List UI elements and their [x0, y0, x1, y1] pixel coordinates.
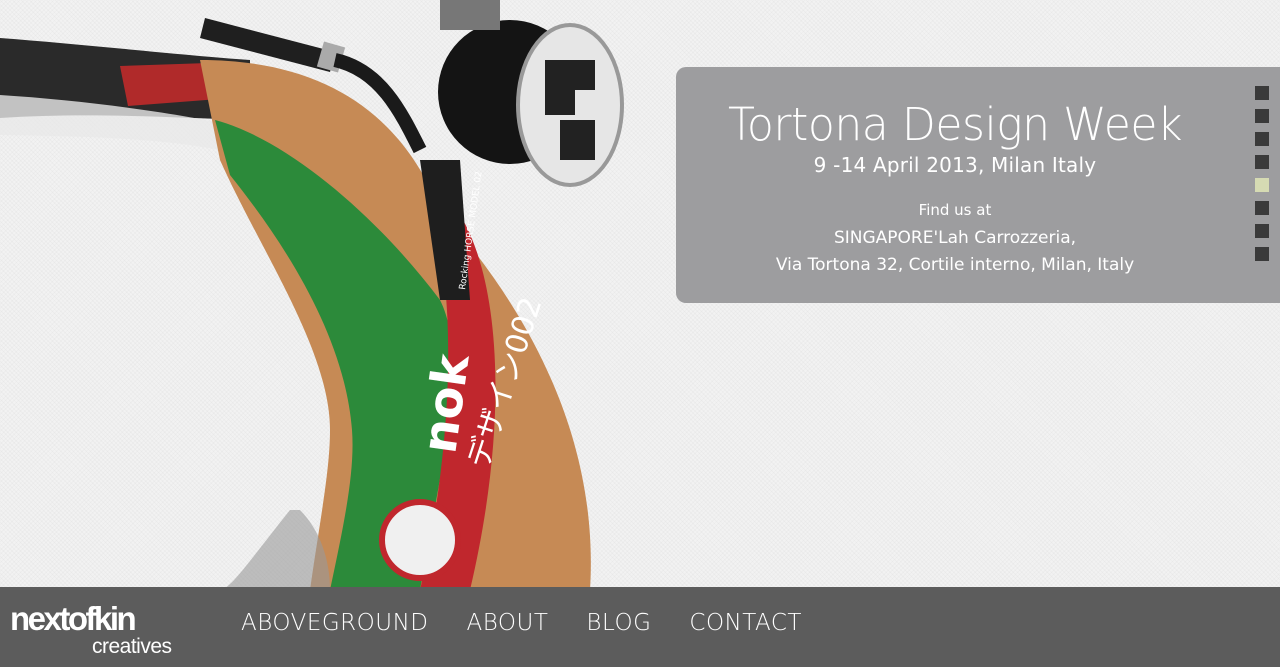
- event-dates: 9 -14 April 2013, Milan Italy: [813, 153, 1097, 177]
- venue-address: SINGAPORE'Lah Carrozzeria, Via Tortona 3…: [676, 225, 1234, 279]
- rocking-horse-image: デザイン002 Rocking HORSE MODEL 02 nok: [0, 0, 624, 590]
- slide-dot-3[interactable]: [1255, 132, 1269, 146]
- slide-dot-7[interactable]: [1255, 224, 1269, 238]
- slide-dot-2[interactable]: [1255, 109, 1269, 123]
- slide-dot-5-active[interactable]: [1255, 178, 1269, 192]
- event-info-panel: Tortona Design Week 9 -14 April 2013, Mi…: [676, 67, 1280, 303]
- main-nav: ABOVEGROUND ABOUT BLOG CONTACT: [241, 610, 802, 636]
- logo-tagline: creatives: [92, 635, 172, 658]
- slideshow-pager: [1255, 86, 1269, 261]
- venue-line-2: Via Tortona 32, Cortile interno, Milan, …: [775, 255, 1135, 275]
- venue-line-1: SINGAPORE'Lah Carrozzeria,: [833, 228, 1077, 248]
- nav-about[interactable]: ABOUT: [467, 610, 549, 636]
- logo-wordmark: nextofkin: [10, 600, 137, 637]
- slide-dot-1[interactable]: [1255, 86, 1269, 100]
- slide-dot-4[interactable]: [1255, 155, 1269, 169]
- slide-dot-6[interactable]: [1255, 201, 1269, 215]
- site-logo[interactable]: nextofkin creatives: [10, 600, 172, 657]
- nav-aboveground[interactable]: ABOVEGROUND: [241, 610, 429, 636]
- nav-contact[interactable]: CONTACT: [689, 610, 802, 636]
- event-title: Tortona Design Week: [727, 98, 1183, 151]
- slide-dot-8[interactable]: [1255, 247, 1269, 261]
- find-us-label: Find us at: [918, 201, 992, 219]
- nav-blog[interactable]: BLOG: [586, 610, 651, 636]
